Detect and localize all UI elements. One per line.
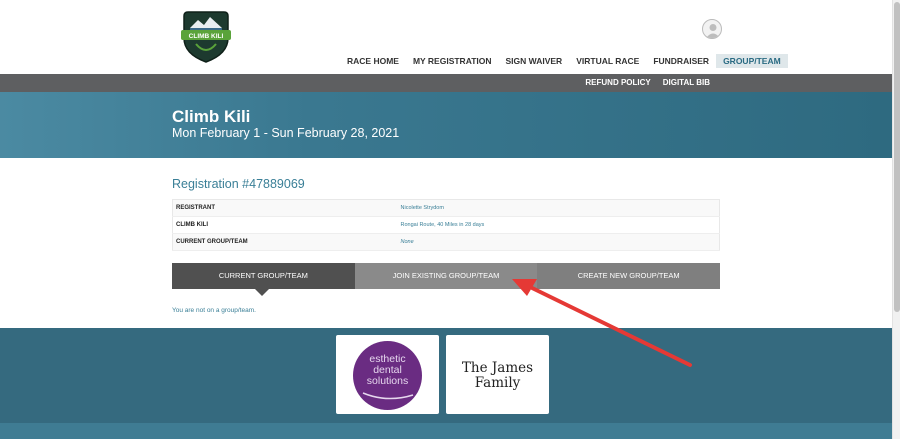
nav-group-team[interactable]: GROUP/TEAM [716,54,788,68]
nav-digital-bib[interactable]: DIGITAL BIB [657,74,716,92]
nav-my-registration[interactable]: MY REGISTRATION [406,54,499,68]
nav-sign-waiver[interactable]: SIGN WAIVER [499,54,570,68]
nav-virtual-race[interactable]: VIRTUAL RACE [569,54,646,68]
sponsor-james-family[interactable]: The James Family [446,335,549,414]
user-avatar-icon[interactable] [702,19,722,39]
nav-race-home[interactable]: RACE HOME [340,54,406,68]
swoosh-icon [362,392,414,400]
esthetic-dental-logo: esthetic dental solutions [353,341,422,410]
event-route-value: Rongai Route, 40 Miles in 28 days [400,216,720,234]
climb-kili-logo[interactable]: CLIMB KILI [178,8,234,64]
secondary-nav: REFUND POLICY DIGITAL BIB [579,74,716,92]
james-family-text: The James Family [446,361,549,391]
group-team-tabs: CURRENT GROUP/TEAM JOIN EXISTING GROUP/T… [172,263,721,296]
page-scrollbar[interactable] [892,0,900,439]
tab-label: CURRENT GROUP/TEAM [218,271,308,280]
tab-label: JOIN EXISTING GROUP/TEAM [392,271,500,280]
logo-line: Family [474,375,521,391]
active-tab-pointer [255,289,269,296]
table-row: CLIMB KILI Rongai Route, 40 Miles in 28 … [172,216,720,234]
current-group-label: CURRENT GROUP/TEAM [172,233,401,251]
registrant-label: REGISTRANT [172,199,401,217]
logo-shield-icon: CLIMB KILI [181,11,231,63]
event-dates: Mon February 1 - Sun February 28, 2021 [172,126,400,140]
registration-title: Registration #47889069 [172,177,305,191]
nav-refund-policy[interactable]: REFUND POLICY [579,74,656,92]
logo-text: CLIMB KILI [189,33,224,40]
scrollbar-thumb[interactable] [894,2,900,312]
registrant-value: Nicolette Strydom [400,199,720,217]
sponsor-esthetic-dental[interactable]: esthetic dental solutions [336,335,439,414]
tab-label: CREATE NEW GROUP/TEAM [577,271,680,280]
sponsors-bottom-strip [0,423,892,439]
event-title: Climb Kili [172,107,251,126]
logo-line: The James [461,360,534,376]
tab-join-existing-group-team[interactable]: JOIN EXISTING GROUP/TEAM [354,263,538,289]
site-header: CLIMB KILI RACE HOME MY REGISTRATION SIG… [0,0,892,74]
table-row: CURRENT GROUP/TEAM None [172,233,720,251]
event-banner [0,92,892,158]
group-status-text: You are not on a group/team. [172,307,256,314]
table-row: REGISTRANT Nicolette Strydom [172,199,720,217]
secondary-nav-bar: REFUND POLICY DIGITAL BIB [0,74,892,92]
registration-table: REGISTRANT Nicolette Strydom CLIMB KILI … [172,199,720,251]
event-label: CLIMB KILI [172,216,401,234]
current-group-value: None [400,233,720,251]
nav-fundraiser[interactable]: FUNDRAISER [646,54,716,68]
tab-current-group-team[interactable]: CURRENT GROUP/TEAM [172,263,355,296]
main-nav: RACE HOME MY REGISTRATION SIGN WAIVER VI… [340,54,788,68]
tab-create-new-group-team[interactable]: CREATE NEW GROUP/TEAM [537,263,721,289]
